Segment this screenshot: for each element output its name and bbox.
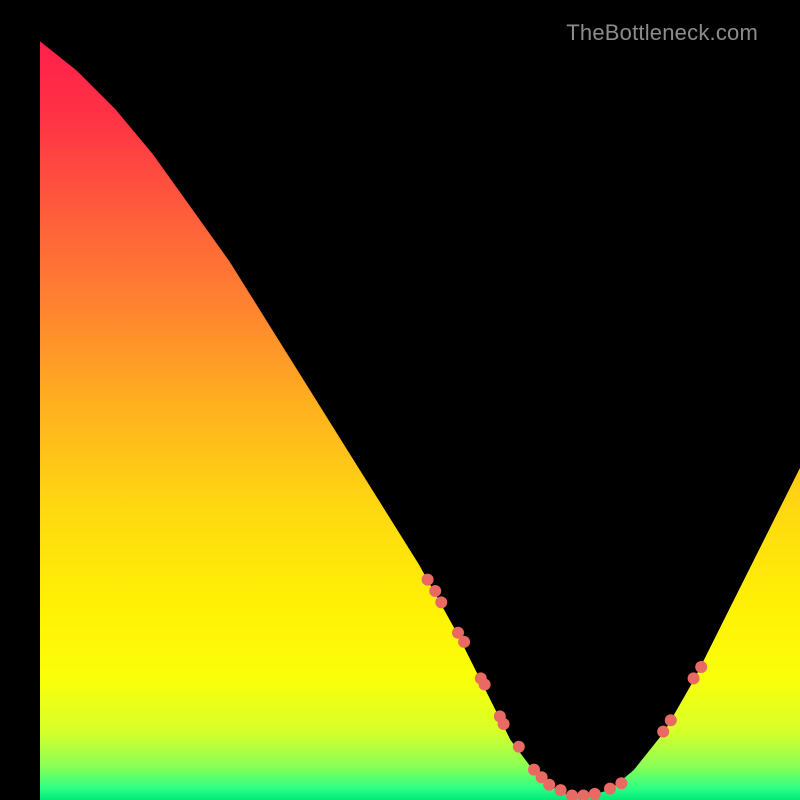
data-point xyxy=(695,661,707,673)
data-point xyxy=(429,585,441,597)
data-point xyxy=(435,596,447,608)
data-point xyxy=(615,777,627,789)
data-point xyxy=(555,784,567,796)
data-point xyxy=(688,672,700,684)
data-point xyxy=(458,636,470,648)
data-point xyxy=(543,779,555,791)
data-point xyxy=(513,741,525,753)
data-point xyxy=(589,788,601,800)
data-point xyxy=(604,783,616,795)
data-point xyxy=(657,726,669,738)
data-point xyxy=(498,718,510,730)
data-point xyxy=(566,789,578,800)
chart-frame: TheBottleneck.com xyxy=(20,20,780,780)
data-point xyxy=(422,574,434,586)
data-point xyxy=(577,789,589,800)
plot-area xyxy=(40,40,800,800)
data-point xyxy=(665,714,677,726)
data-point xyxy=(479,678,491,690)
chart-svg xyxy=(40,40,800,800)
watermark-text: TheBottleneck.com xyxy=(566,20,758,46)
